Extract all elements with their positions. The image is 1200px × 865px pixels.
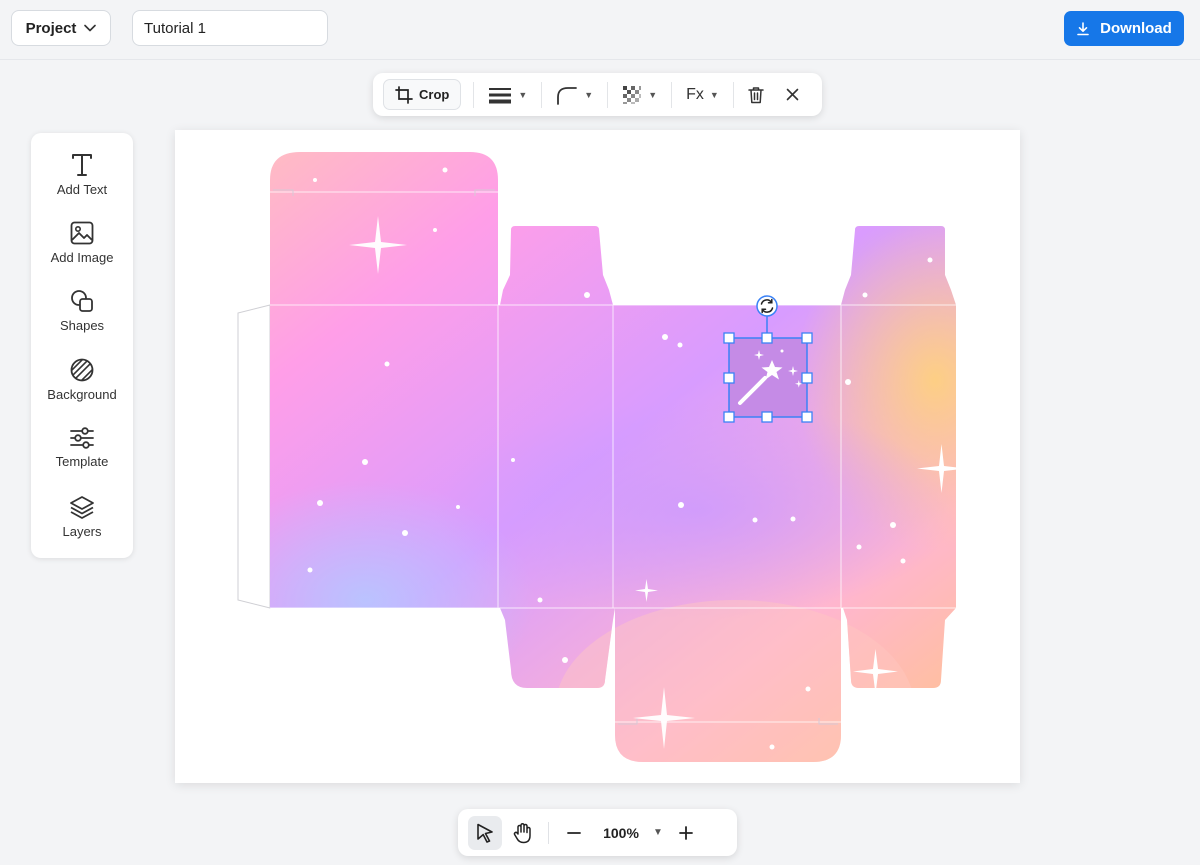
sliders-icon — [70, 427, 94, 449]
shapes-tool[interactable]: Shapes — [31, 289, 133, 351]
toolbar-divider — [548, 821, 549, 844]
crop-icon — [395, 85, 413, 104]
background-tool[interactable]: Background — [31, 358, 133, 420]
selected-sticker[interactable] — [729, 338, 807, 417]
shapes-icon — [71, 290, 93, 312]
toolbar-divider — [607, 81, 609, 108]
tool-label: Add Image — [50, 250, 114, 265]
tool-label: Background — [47, 387, 117, 402]
project-label: Project — [25, 19, 77, 37]
download-button[interactable]: Download — [1064, 11, 1184, 46]
delete-button[interactable] — [746, 79, 766, 110]
resize-handle-top-right[interactable] — [801, 332, 813, 344]
resize-handle-top[interactable] — [761, 332, 773, 344]
crop-button[interactable]: Crop — [383, 79, 462, 110]
zoom-in-button[interactable] — [669, 816, 703, 850]
corner-radius-dropdown[interactable]: ▼ — [554, 79, 595, 110]
download-icon — [1077, 21, 1089, 35]
transparency-icon — [623, 85, 642, 104]
zoom-toolbar: 100% ▼ — [458, 809, 737, 856]
tool-label: Template — [55, 454, 109, 469]
caret-down-icon: ▼ — [584, 89, 594, 100]
hand-icon — [513, 822, 531, 843]
tool-label: Layers — [62, 524, 102, 539]
corner-radius-icon — [557, 86, 578, 105]
element-toolbar: Crop ▼ ▼ ▼ Fx ▼ — [373, 73, 822, 116]
image-icon — [70, 221, 94, 245]
layers-icon — [70, 496, 94, 519]
tool-label: Shapes — [59, 318, 105, 333]
layers-tool[interactable]: Layers — [31, 495, 133, 557]
cursor-icon — [477, 823, 493, 843]
tool-label: Add Text — [56, 182, 108, 197]
download-label: Download — [1100, 20, 1172, 37]
top-bar: Project Download — [0, 0, 1200, 60]
box-artwork — [270, 152, 956, 762]
add-text-tool[interactable]: Add Text — [31, 153, 133, 215]
tools-panel: Add Text Add Image Shapes Background Tem… — [31, 133, 133, 558]
pan-tool-button[interactable] — [506, 816, 540, 850]
trash-icon — [748, 86, 764, 103]
line-weight-icon — [489, 87, 512, 103]
project-menu-button[interactable]: Project — [11, 10, 111, 46]
box-dieline — [237, 152, 966, 762]
design-canvas[interactable] — [175, 130, 1020, 783]
fx-label: Fx — [686, 85, 704, 103]
caret-down-icon: ▼ — [648, 89, 658, 100]
add-image-tool[interactable]: Add Image — [31, 221, 133, 283]
resize-handle-bottom-right[interactable] — [801, 411, 813, 423]
resize-handle-right[interactable] — [801, 372, 813, 384]
transparency-dropdown[interactable]: ▼ — [620, 79, 659, 110]
text-icon — [72, 154, 92, 176]
crop-label: Crop — [419, 87, 450, 102]
caret-down-icon: ▼ — [518, 89, 528, 100]
border-style-dropdown[interactable]: ▼ — [486, 79, 529, 110]
select-tool-button[interactable] — [468, 815, 502, 850]
background-icon — [70, 358, 94, 382]
resize-handle-left[interactable] — [723, 372, 735, 384]
toolbar-divider — [671, 81, 673, 108]
close-icon — [786, 88, 799, 101]
toolbar-divider — [473, 81, 475, 108]
template-tool[interactable]: Template — [31, 427, 133, 489]
caret-down-icon: ▼ — [709, 89, 719, 100]
close-toolbar-button[interactable] — [784, 79, 801, 110]
toolbar-divider — [732, 81, 734, 108]
resize-handle-bottom-left[interactable] — [723, 411, 735, 423]
zoom-level[interactable]: 100% — [591, 825, 651, 841]
rotate-handle[interactable] — [756, 295, 778, 317]
project-title-input[interactable] — [132, 10, 328, 46]
zoom-out-button[interactable] — [557, 816, 591, 850]
plus-icon — [679, 825, 693, 840]
minus-icon — [567, 831, 581, 834]
effects-dropdown[interactable]: Fx ▼ — [684, 79, 721, 110]
resize-handle-bottom[interactable] — [761, 411, 773, 423]
toolbar-divider — [541, 81, 543, 108]
resize-handle-top-left[interactable] — [723, 332, 735, 344]
zoom-caret-down-icon[interactable]: ▼ — [653, 827, 663, 838]
chevron-down-icon — [84, 24, 97, 32]
